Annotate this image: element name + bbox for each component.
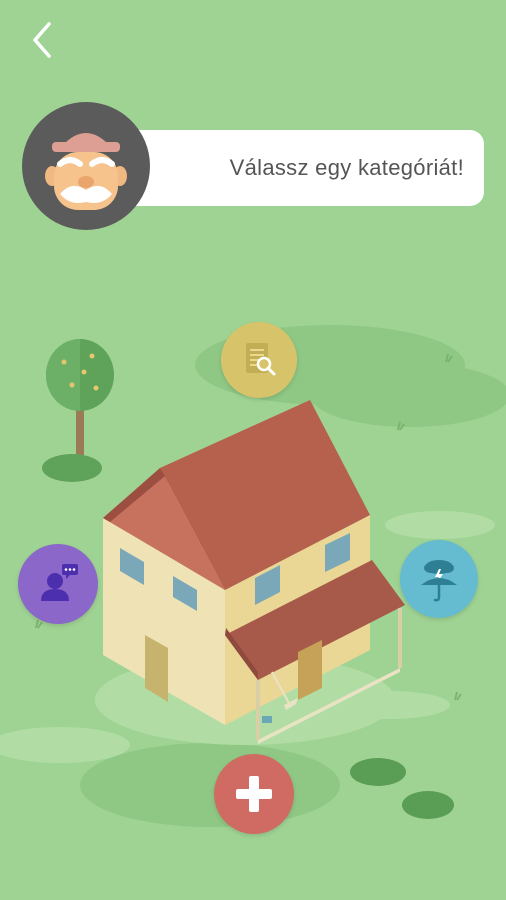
- category-person-button[interactable]: [18, 544, 98, 624]
- assistant-prompt-text: Válassz egy kategóriát!: [229, 155, 464, 180]
- chevron-left-icon: [33, 22, 51, 58]
- add-button[interactable]: [214, 754, 294, 834]
- old-man-avatar-icon: [22, 102, 150, 230]
- assistant-speech-bubble: Válassz egy kategóriát!: [120, 130, 484, 206]
- person-chat-icon: [41, 564, 78, 601]
- category-search-button[interactable]: [221, 322, 297, 398]
- document-search-icon: [246, 343, 276, 376]
- plus-icon: [236, 776, 272, 812]
- back-button[interactable]: [18, 16, 66, 64]
- category-weather-button[interactable]: [400, 540, 478, 618]
- umbrella-storm-icon: [421, 560, 457, 602]
- tree-icon: [42, 339, 114, 482]
